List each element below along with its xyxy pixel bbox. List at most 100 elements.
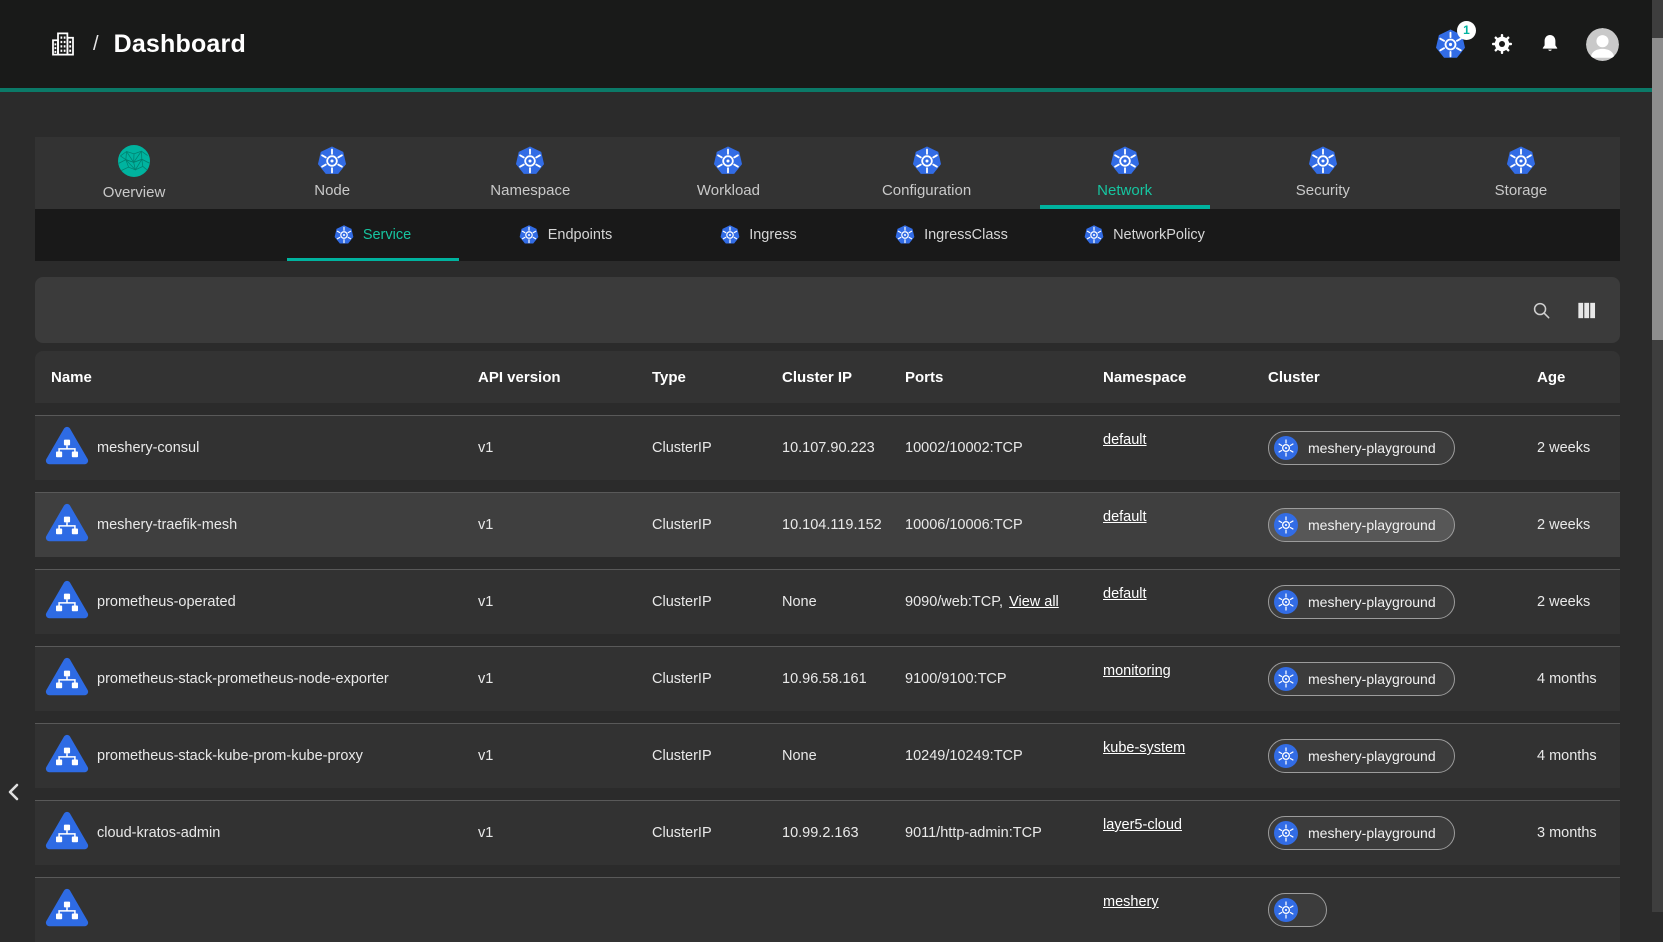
tab-configuration[interactable]: Configuration	[828, 137, 1026, 209]
cell-cluster-ip: 10.107.90.223	[775, 440, 890, 456]
namespace-link[interactable]: meshery	[1103, 894, 1159, 910]
table-row[interactable]: cloud-kratos-admin v1 ClusterIP 10.99.2.…	[35, 801, 1620, 865]
kubernetes-icon	[1274, 667, 1298, 691]
cell-cluster-ip: 10.96.58.161	[775, 671, 890, 687]
header-actions: 1	[1435, 28, 1631, 61]
row-separator	[35, 480, 1620, 493]
breadcrumb-separator: /	[93, 33, 99, 56]
person-icon	[1586, 28, 1619, 61]
kubernetes-icon	[1274, 436, 1298, 460]
network-subtab-label: Ingress	[749, 227, 797, 243]
cell-cluster	[1260, 893, 1485, 927]
subtab-endpoints[interactable]: Endpoints	[469, 209, 662, 261]
service-resource-icon	[45, 734, 89, 778]
table-row[interactable]: meshery-traefik-mesh v1 ClusterIP 10.104…	[35, 493, 1620, 557]
settings-button[interactable]	[1490, 32, 1514, 56]
tab-network[interactable]: Network	[1026, 137, 1224, 209]
cell-type: ClusterIP	[635, 517, 775, 533]
kubernetes-icon	[317, 146, 347, 176]
table-row[interactable]: meshery	[35, 878, 1620, 942]
subtab-ingress[interactable]: Ingress	[662, 209, 855, 261]
row-separator	[35, 403, 1620, 416]
namespace-link[interactable]: default	[1103, 509, 1147, 525]
tab-workload[interactable]: Workload	[629, 137, 827, 209]
tab-namespace[interactable]: Namespace	[431, 137, 629, 209]
cell-name	[35, 888, 465, 932]
column-header-cluster[interactable]: Cluster	[1260, 369, 1485, 386]
tab-storage[interactable]: Storage	[1422, 137, 1620, 209]
tab-overview[interactable]: Overview	[35, 137, 233, 209]
namespace-link[interactable]: default	[1103, 586, 1147, 602]
cell-name: prometheus-stack-prometheus-node-exporte…	[35, 657, 465, 701]
cell-namespace: monitoring	[1095, 671, 1260, 687]
notifications-button[interactable]	[1538, 32, 1562, 56]
cell-type: ClusterIP	[635, 671, 775, 687]
cell-api-version: v1	[465, 440, 635, 456]
kubernetes-context-button[interactable]: 1	[1435, 29, 1466, 60]
cell-type: ClusterIP	[635, 440, 775, 456]
cluster-chip[interactable]: meshery-playground	[1268, 585, 1455, 619]
kubernetes-icon	[1110, 146, 1140, 176]
view-all-link[interactable]: View all	[1009, 594, 1059, 610]
cell-cluster-ip: None	[775, 594, 890, 610]
header-accent-line	[0, 88, 1663, 92]
cell-name: prometheus-operated	[35, 580, 465, 624]
kubernetes-icon	[912, 146, 942, 176]
network-subtab-label: NetworkPolicy	[1113, 227, 1205, 243]
tab-security[interactable]: Security	[1224, 137, 1422, 209]
cluster-chip[interactable]: meshery-playground	[1268, 508, 1455, 542]
namespace-link[interactable]: kube-system	[1103, 740, 1185, 756]
column-header-api-version[interactable]: API version	[465, 369, 635, 386]
cell-cluster-ip: None	[775, 748, 890, 764]
cell-namespace: kube-system	[1095, 748, 1260, 764]
cluster-chip[interactable]: meshery-playground	[1268, 816, 1455, 850]
cell-cluster: meshery-playground	[1260, 662, 1485, 696]
cell-type: ClusterIP	[635, 748, 775, 764]
search-button[interactable]	[1530, 299, 1553, 322]
cluster-chip[interactable]: meshery-playground	[1268, 662, 1455, 696]
subtab-service[interactable]: Service	[276, 209, 469, 261]
user-avatar[interactable]	[1586, 28, 1619, 61]
organization-building-icon[interactable]	[48, 28, 78, 60]
namespace-link[interactable]: default	[1103, 432, 1147, 448]
service-resource-icon	[45, 580, 89, 624]
table-row[interactable]: prometheus-stack-prometheus-node-exporte…	[35, 647, 1620, 711]
dashboard-content: Overview Node Namespace Workload Configu…	[35, 137, 1620, 942]
table-row[interactable]: prometheus-stack-kube-prom-kube-proxy v1…	[35, 724, 1620, 788]
kubernetes-icon	[1274, 590, 1298, 614]
view-columns-button[interactable]	[1575, 299, 1598, 322]
subtab-ingressclass[interactable]: IngressClass	[855, 209, 1048, 261]
sidebar-collapse-chevron[interactable]	[2, 779, 26, 805]
cell-age: 2 weeks	[1485, 517, 1620, 533]
ports-value: 10006/10006:TCP	[905, 517, 1023, 533]
column-header-name[interactable]: Name	[35, 369, 465, 386]
cell-type: ClusterIP	[635, 594, 775, 610]
subtab-networkpolicy[interactable]: NetworkPolicy	[1048, 209, 1241, 261]
table-row[interactable]: prometheus-operated v1 ClusterIP None 90…	[35, 570, 1620, 634]
cell-api-version: v1	[465, 671, 635, 687]
cluster-chip[interactable]: meshery-playground	[1268, 739, 1455, 773]
column-header-age[interactable]: Age	[1485, 369, 1620, 386]
network-subtab-label: IngressClass	[924, 227, 1008, 243]
kubernetes-icon	[1274, 898, 1298, 922]
column-header-ports[interactable]: Ports	[890, 369, 1095, 386]
cell-type: ClusterIP	[635, 825, 775, 841]
cell-ports: 9011/http-admin:TCP	[890, 825, 1095, 841]
namespace-link[interactable]: monitoring	[1103, 663, 1171, 679]
cell-ports: 9100/9100:TCP	[890, 671, 1095, 687]
column-header-cluster-ip[interactable]: Cluster IP	[775, 369, 890, 386]
cell-namespace: default	[1095, 440, 1260, 456]
table-row[interactable]: meshery-consul v1 ClusterIP 10.107.90.22…	[35, 416, 1620, 480]
ports-value: 10002/10002:TCP	[905, 440, 1023, 456]
cluster-chip[interactable]	[1268, 893, 1327, 927]
tab-node[interactable]: Node	[233, 137, 431, 209]
column-header-namespace[interactable]: Namespace	[1095, 369, 1260, 386]
service-resource-icon	[45, 503, 89, 547]
column-header-type[interactable]: Type	[635, 369, 775, 386]
cluster-chip[interactable]: meshery-playground	[1268, 431, 1455, 465]
table-header-row: NameAPI versionTypeCluster IPPortsNamesp…	[35, 351, 1620, 403]
cell-name: prometheus-stack-kube-prom-kube-proxy	[35, 734, 465, 778]
service-name: prometheus-operated	[97, 594, 236, 610]
namespace-link[interactable]: layer5-cloud	[1103, 817, 1182, 833]
scrollbar-thumb[interactable]	[1652, 38, 1663, 340]
